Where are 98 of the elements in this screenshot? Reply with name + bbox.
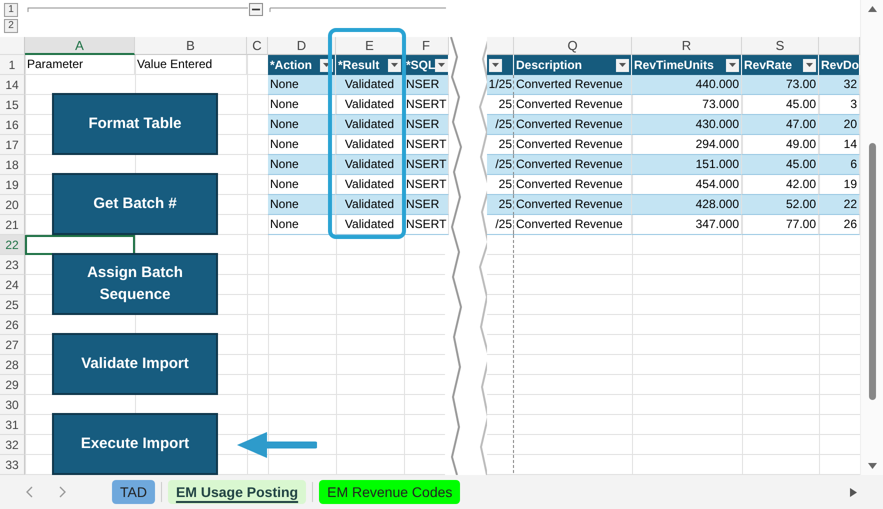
sheet-tab[interactable]: TAD	[112, 480, 155, 504]
table-cell: 77.00	[742, 215, 819, 235]
table-cell: None	[268, 195, 336, 215]
row-header[interactable]: 28	[0, 355, 25, 375]
row-header[interactable]: 32	[0, 435, 25, 455]
table-header-cell[interactable]: RevTimeUnits	[632, 55, 742, 75]
row-header[interactable]: 26	[0, 315, 25, 335]
filter-dropdown-icon[interactable]	[489, 58, 502, 72]
row-header[interactable]: 18	[0, 155, 25, 175]
table-cell: Validated	[336, 215, 404, 235]
table-header-cell[interactable]: Description	[514, 55, 632, 75]
row-header[interactable]: 15	[0, 95, 25, 115]
outline-level-button[interactable]: 1	[4, 3, 18, 17]
table-cell: NSER	[404, 115, 449, 135]
row-header[interactable]: 1	[0, 55, 25, 75]
arrow-icon	[237, 432, 317, 458]
table-cell: 428.000	[632, 195, 742, 215]
table-cell: /25	[487, 115, 514, 135]
table-cell: 32	[819, 75, 860, 95]
row-header[interactable]: 25	[0, 295, 25, 315]
table-cell: 440.000	[632, 75, 742, 95]
macro-button[interactable]: Format Table	[52, 93, 218, 155]
table-cell: Converted Revenue	[514, 75, 632, 95]
scroll-up-icon[interactable]	[868, 6, 877, 12]
table-cell: 22	[819, 195, 860, 215]
table-cell: Parameter	[25, 55, 135, 75]
table-cell: 45.00	[742, 155, 819, 175]
collapse-icon[interactable]	[249, 3, 263, 16]
filter-dropdown-icon[interactable]	[616, 58, 629, 72]
table-cell: NSER	[404, 195, 449, 215]
row-header[interactable]: 33	[0, 455, 25, 475]
table-cell: 52.00	[742, 195, 819, 215]
sheet-tab[interactable]: EM Usage Posting	[168, 480, 306, 504]
table-cell: 25	[487, 195, 514, 215]
table-cell: Converted Revenue	[514, 115, 632, 135]
row-header[interactable]: 21	[0, 215, 25, 235]
outline-level-button[interactable]: 2	[4, 19, 18, 33]
table-cell: Validated	[336, 195, 404, 215]
table-cell: None	[268, 155, 336, 175]
row-header[interactable]: 27	[0, 335, 25, 355]
table-header-cell[interactable]: *SQL	[404, 55, 449, 75]
table-cell: 20	[819, 115, 860, 135]
row-header[interactable]: 20	[0, 195, 25, 215]
table-cell: NSERT	[404, 155, 449, 175]
table-cell: 6	[819, 155, 860, 175]
table-cell: None	[268, 75, 336, 95]
table-cell: None	[268, 215, 336, 235]
filter-dropdown-icon[interactable]	[726, 58, 739, 72]
macro-button[interactable]: Validate Import	[52, 333, 218, 395]
row-header[interactable]: 30	[0, 395, 25, 415]
table-cell: Validated	[336, 75, 404, 95]
scrollbar-thumb[interactable]	[869, 143, 876, 400]
table-cell: 430.000	[632, 115, 742, 135]
table-cell: Validated	[336, 155, 404, 175]
table-header-cell[interactable]: RevDo	[819, 55, 860, 75]
table-cell: NSER	[404, 75, 449, 95]
table-cell: 347.000	[632, 215, 742, 235]
table-cell: NSERT	[404, 215, 449, 235]
table-cell: Converted Revenue	[514, 155, 632, 175]
table-cell: 1/25	[487, 75, 514, 95]
row-header[interactable]: 14	[0, 75, 25, 95]
table-cell: Value Entered	[135, 55, 247, 75]
vertical-scrollbar[interactable]	[860, 0, 883, 475]
table-cell: 73.00	[742, 75, 819, 95]
table-cell: Converted Revenue	[514, 195, 632, 215]
scroll-down-icon[interactable]	[868, 463, 877, 469]
row-header[interactable]: 19	[0, 175, 25, 195]
macro-button[interactable]: Execute Import	[52, 413, 218, 475]
table-cell: Converted Revenue	[514, 215, 632, 235]
row-header[interactable]: 22	[0, 235, 25, 255]
macro-button[interactable]: Assign Batch Sequence	[52, 253, 218, 315]
sheet-tab[interactable]: EM Revenue Codes	[319, 480, 460, 504]
row-header[interactable]: 16	[0, 115, 25, 135]
macro-button[interactable]: Get Batch #	[52, 173, 218, 235]
table-cell: /25	[487, 215, 514, 235]
table-header-cell[interactable]	[487, 55, 514, 75]
table-cell: Validated	[336, 115, 404, 135]
row-header[interactable]: 31	[0, 415, 25, 435]
scroll-right-icon[interactable]	[850, 488, 857, 497]
column-header[interactable]: B	[135, 37, 247, 55]
column-header[interactable]: C	[247, 37, 268, 55]
row-header[interactable]: 24	[0, 275, 25, 295]
filter-dropdown-icon[interactable]	[435, 58, 448, 72]
table-cell: None	[268, 115, 336, 135]
table-cell: /25	[487, 155, 514, 175]
filter-dropdown-icon[interactable]	[803, 58, 816, 72]
row-header[interactable]: 17	[0, 135, 25, 155]
table-header-cell[interactable]: RevRate	[742, 55, 819, 75]
filter-dropdown-icon[interactable]	[388, 58, 401, 72]
previous-sheet-icon[interactable]	[26, 486, 34, 498]
table-cell: 47.00	[742, 115, 819, 135]
row-header[interactable]: 23	[0, 255, 25, 275]
next-sheet-icon[interactable]	[58, 486, 66, 498]
table-header-cell[interactable]: *Action	[268, 55, 336, 75]
column-header[interactable]: A	[25, 37, 135, 55]
table-header-cell[interactable]: *Result	[336, 55, 404, 75]
row-header[interactable]: 29	[0, 375, 25, 395]
table-cell: 151.000	[632, 155, 742, 175]
